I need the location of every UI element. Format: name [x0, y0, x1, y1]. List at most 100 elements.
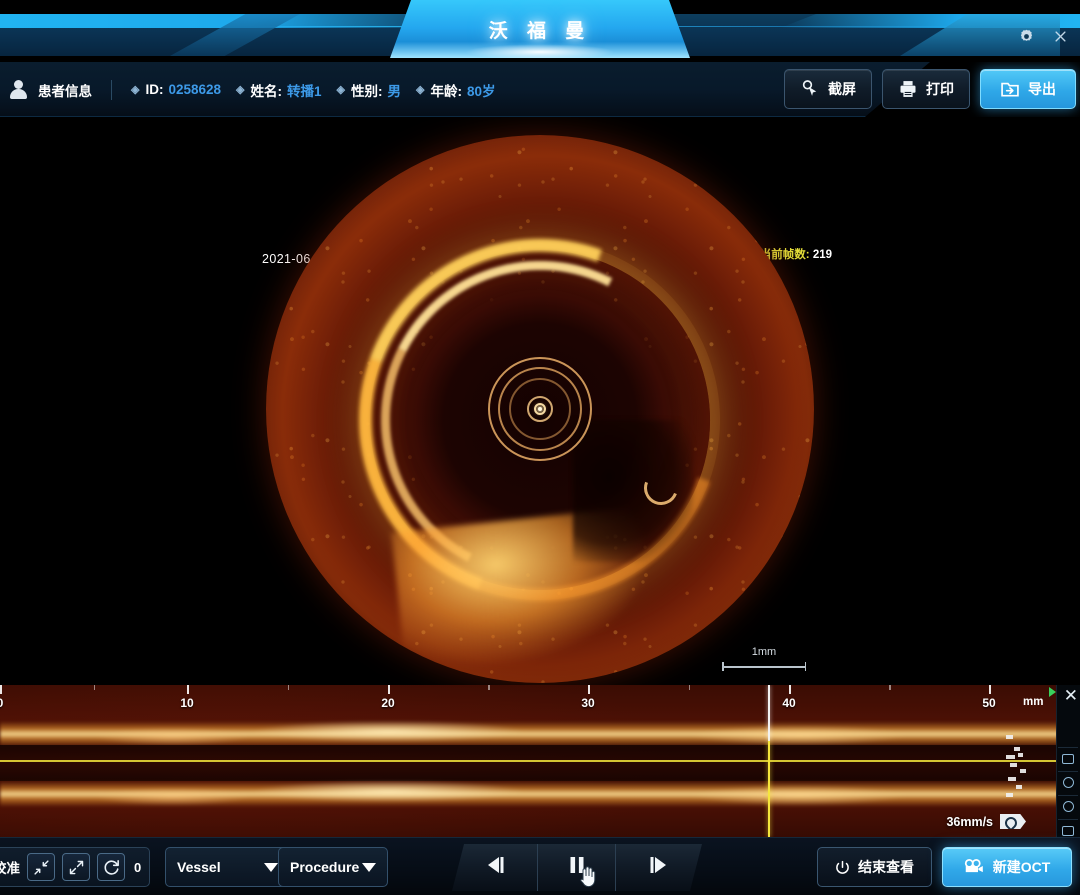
export-button[interactable]: 导出 [980, 69, 1076, 109]
patient-info-label: 患者信息 [38, 83, 92, 99]
step-forward-button[interactable] [616, 844, 702, 891]
step-forward-icon [646, 855, 672, 880]
application-window: 沃 福 曼 患者信息 ◈ ID: 0258628 ◈ 姓名: 转播1 ◈ 性别:… [0, 0, 1080, 895]
position-marker-icon [1049, 687, 1056, 697]
scale-bar-line [722, 662, 806, 671]
procedure-dropdown[interactable]: Procedure [278, 847, 388, 887]
oct-image-container[interactable] [266, 135, 814, 683]
measurement-markers [1004, 729, 1038, 809]
ruler-tick [789, 685, 791, 694]
screenshot-icon [800, 79, 820, 99]
vessel-dropdown-label: Vessel [177, 859, 221, 875]
patient-field-name: ◈ 姓名: 转播1 [236, 80, 321, 100]
patient-info-bar: 患者信息 ◈ ID: 0258628 ◈ 姓名: 转播1 ◈ 性别: 男 ◈ 年… [0, 62, 1080, 117]
ruler-unit-label: mm [1023, 696, 1044, 708]
end-review-button[interactable]: 结束查看 [817, 847, 932, 887]
step-back-button[interactable] [452, 844, 538, 891]
ruler-minor-tick [93, 685, 95, 690]
window-controls [1018, 28, 1068, 45]
gear-icon[interactable] [1018, 28, 1035, 45]
pullback-speed-indicator: 36mm/s [946, 814, 1026, 829]
diamond-icon: ◈ [236, 84, 245, 96]
patient-field-gender: ◈ 性别: 男 [337, 80, 401, 100]
longitudinal-center-line [0, 760, 1080, 762]
oct-tissue-disc [266, 135, 814, 683]
ruler-tick-label: 50 [982, 696, 996, 710]
printer-icon [898, 79, 918, 99]
ruler-tick [0, 685, 2, 694]
patient-age-label: 年龄: [430, 83, 462, 99]
scale-bar-label: 1mm [751, 646, 777, 658]
zoom-in-icon[interactable] [62, 853, 90, 881]
longitudinal-ruler: 0 10 20 30 40 50 mm [0, 685, 1080, 719]
frame-cursor-top[interactable] [768, 685, 770, 741]
screenshot-label: 截屏 [828, 81, 856, 97]
divider [111, 79, 112, 100]
app-title-plate: 沃 福 曼 [390, 0, 690, 58]
header-action-buttons: 截屏 打印 导出 [784, 69, 1076, 109]
export-label: 导出 [1028, 81, 1056, 97]
print-button[interactable]: 打印 [882, 69, 970, 109]
chevron-down-icon [264, 862, 278, 872]
patient-id-value: 0258628 [168, 82, 222, 97]
ruler-tick-label: 10 [180, 696, 194, 710]
app-title: 沃 福 曼 [488, 20, 592, 42]
pullback-icon [1000, 814, 1026, 829]
diamond-icon: ◈ [131, 84, 140, 96]
title-bar: 沃 福 曼 [0, 0, 1080, 62]
patient-field-id: ◈ ID: 0258628 [131, 82, 221, 97]
patient-field-age: ◈ 年龄: 80岁 [416, 80, 496, 100]
ruler-tick-label: 30 [581, 696, 595, 710]
new-oct-label: 新建OCT [992, 859, 1051, 875]
patient-id-label: ID: [145, 82, 164, 97]
ruler-tick [588, 685, 590, 694]
screenshot-button[interactable]: 截屏 [784, 69, 872, 109]
procedure-dropdown-label: Procedure [290, 859, 360, 875]
side-tool-ellipse-icon[interactable] [1058, 795, 1078, 817]
user-icon [10, 80, 27, 99]
longitudinal-view[interactable]: 0 10 20 30 40 50 mm 36mm/s ✕ [0, 685, 1080, 837]
ruler-tick-label: 40 [782, 696, 796, 710]
new-oct-button[interactable]: 新建OCT [942, 847, 1072, 887]
ruler-minor-tick [688, 685, 690, 690]
pause-button[interactable] [538, 844, 616, 891]
chevron-down-icon [362, 862, 376, 872]
scale-bar: 1mm [722, 646, 806, 671]
pullback-speed-value: 36mm/s [946, 814, 993, 829]
side-tool-circle-icon[interactable] [1058, 771, 1078, 793]
rotate-icon[interactable] [97, 853, 125, 881]
pause-icon [567, 855, 587, 880]
ruler-tick-label: 20 [381, 696, 395, 710]
calibration-group: 校准 0 [0, 847, 151, 887]
patient-gender-label: 性别: [350, 83, 383, 99]
close-icon[interactable] [1053, 29, 1068, 44]
title-plate-glow [465, 44, 615, 58]
ruler-tick-label: 0 [0, 696, 3, 710]
longitudinal-side-toolbar[interactable]: ✕ [1056, 685, 1080, 837]
vessel-lumen-core [0, 745, 1080, 781]
calibrate-label: 校准 [0, 861, 20, 876]
close-icon[interactable]: ✕ [1064, 687, 1078, 704]
ruler-minor-tick [889, 685, 891, 690]
ruler-minor-tick [488, 685, 490, 690]
bottom-toolbar: 校准 0 Vessel [0, 837, 1080, 895]
export-icon [1000, 79, 1020, 99]
vessel-dropdown[interactable]: Vessel [165, 847, 290, 887]
zoom-out-icon[interactable] [27, 853, 55, 881]
vessel-wall-bottom [0, 781, 1080, 807]
side-tool-measure-icon[interactable] [1058, 747, 1078, 769]
patient-name-label: 姓名: [250, 83, 283, 99]
ruler-tick [187, 685, 189, 694]
print-label: 打印 [926, 81, 954, 97]
ruler-tick [989, 685, 991, 694]
step-back-icon [482, 855, 508, 880]
end-review-label: 结束查看 [858, 859, 914, 875]
diamond-icon: ◈ [415, 84, 425, 96]
rotation-value: 0 [134, 859, 142, 875]
oct-cross-section-view[interactable]: 2021-06-26 10:04:24 当前帧数: 219 [0, 117, 1080, 685]
camera-icon [964, 858, 985, 877]
frame-cursor-bottom[interactable] [768, 741, 770, 837]
side-tool-area-icon[interactable] [1058, 819, 1078, 837]
patient-name-value: 转播1 [287, 83, 322, 99]
catheter-center-dot [538, 407, 542, 411]
